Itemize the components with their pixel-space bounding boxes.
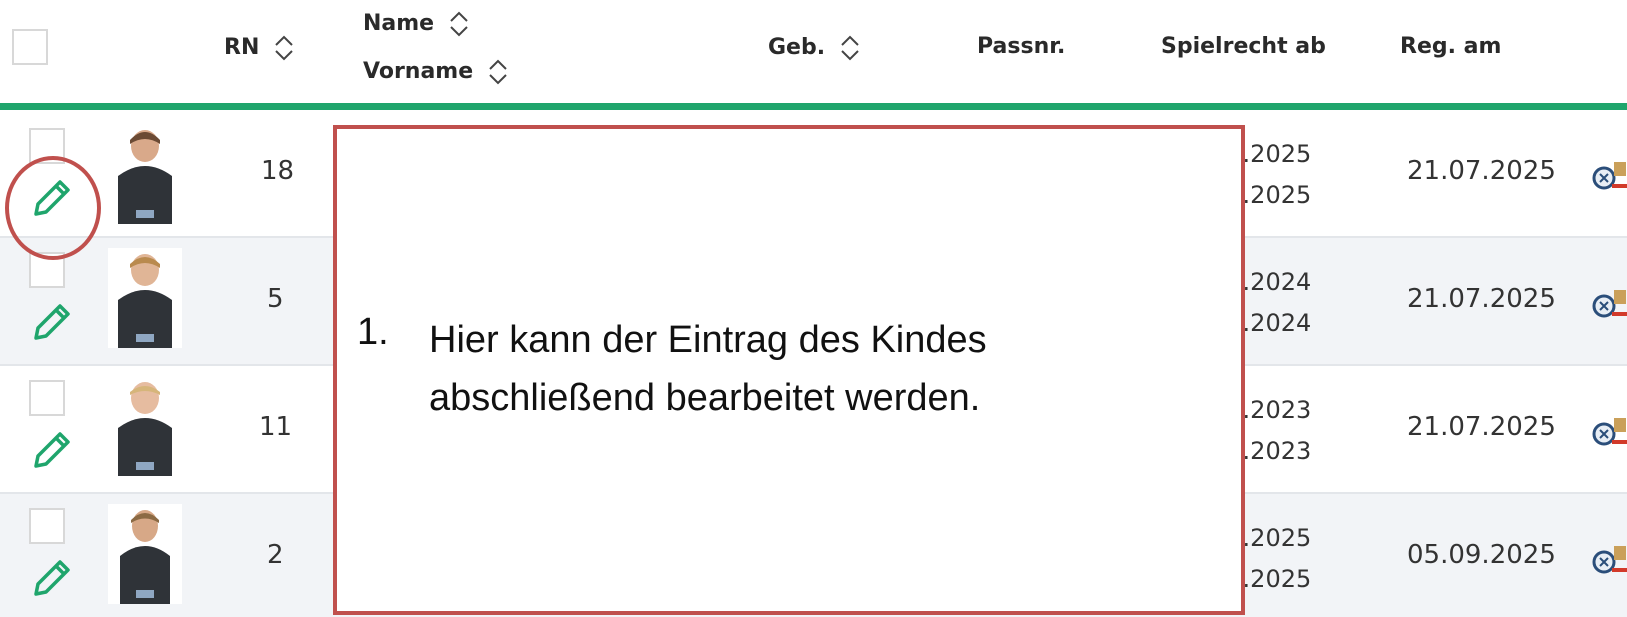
player-pass-icon[interactable] [1592, 416, 1627, 446]
column-label-vorname: Vorname [363, 59, 474, 84]
table-header: RN Name Vorname Geb. Passnr. Spielrecht … [0, 0, 1627, 103]
sort-icon[interactable] [448, 10, 470, 38]
player-photo [108, 504, 182, 604]
column-header-spielrecht: Spielrecht ab [1161, 34, 1326, 59]
column-label-spielrecht: Spielrecht ab [1161, 34, 1326, 59]
sort-icon[interactable] [839, 34, 861, 62]
callout-text: Hier kann der Eintrag des Kindes abschli… [429, 319, 987, 419]
player-pass-icon[interactable] [1592, 160, 1627, 190]
column-label-reg: Reg. am [1400, 34, 1502, 59]
edit-highlight-circle [5, 156, 101, 260]
column-label-rn: RN [224, 35, 260, 60]
cell-rn: 18 [261, 156, 295, 186]
instruction-callout: 1. Hier kann der Eintrag des Kindes absc… [333, 125, 1245, 615]
cell-rn: 11 [259, 412, 293, 442]
column-label-name: Name [363, 11, 435, 36]
cell-reg-date: 21.07.2025 [1407, 284, 1556, 314]
cell-reg-date: 05.09.2025 [1407, 540, 1556, 570]
sort-icon[interactable] [487, 58, 509, 86]
sort-icon[interactable] [273, 34, 295, 62]
cell-reg-date: 21.07.2025 [1407, 412, 1556, 442]
column-header-vorname[interactable]: Vorname [363, 58, 509, 86]
column-header-passnr: Passnr. [977, 34, 1065, 59]
select-all-checkbox[interactable] [12, 29, 48, 65]
player-photo [108, 124, 182, 224]
row-checkbox[interactable] [29, 508, 65, 544]
column-label-geb: Geb. [768, 35, 826, 60]
callout-step-number: 1. [357, 311, 389, 353]
cell-rn: 2 [267, 540, 284, 570]
column-header-name[interactable]: Name [363, 10, 470, 38]
row-checkbox[interactable] [29, 380, 65, 416]
pencil-icon[interactable] [28, 428, 74, 474]
cell-reg-date: 21.07.2025 [1407, 156, 1556, 186]
column-header-rn[interactable]: RN [224, 34, 295, 62]
player-pass-icon[interactable] [1592, 288, 1627, 318]
header-divider [0, 103, 1627, 110]
player-pass-icon[interactable] [1592, 544, 1627, 574]
cell-rn: 5 [267, 284, 284, 314]
pencil-icon[interactable] [28, 556, 74, 602]
column-header-geb[interactable]: Geb. [768, 34, 861, 62]
column-header-reg: Reg. am [1400, 34, 1501, 59]
pencil-icon[interactable] [28, 300, 74, 346]
player-photo [108, 248, 182, 348]
player-photo [108, 376, 182, 476]
column-label-passnr: Passnr. [977, 34, 1066, 59]
